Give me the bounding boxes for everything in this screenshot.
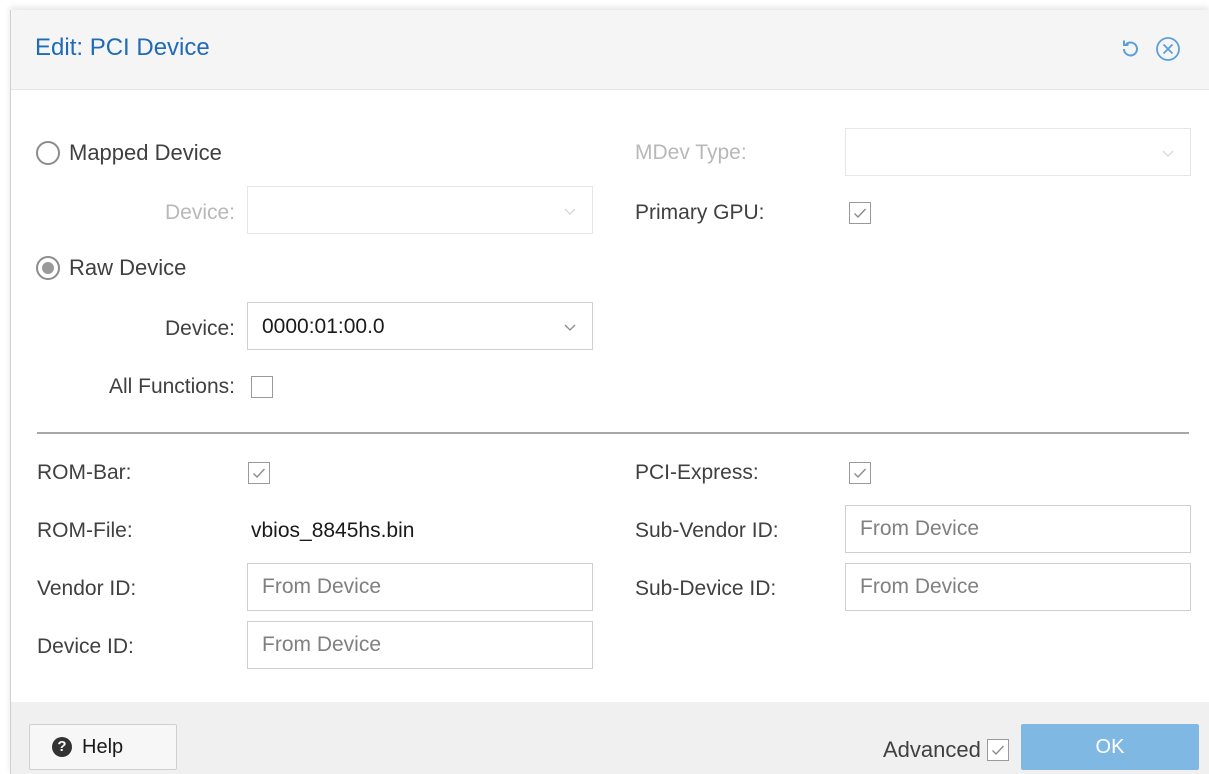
- ok-button[interactable]: OK: [1021, 724, 1199, 770]
- pci-device-dialog: Edit: PCI Device Mapped Device Device: R…: [10, 10, 1209, 774]
- dialog-footer: ? Help Advanced OK: [11, 702, 1209, 774]
- sub-vendor-id-input[interactable]: [845, 505, 1191, 553]
- raw-device-value: 0000:01:00.0: [262, 315, 385, 338]
- raw-device-label: Device:: [164, 317, 235, 340]
- section-divider: [37, 432, 1189, 434]
- rom-file-label: ROM-File:: [37, 519, 133, 542]
- rom-file-value: vbios_8845hs.bin: [251, 519, 415, 542]
- mdev-type-combo: [845, 128, 1191, 176]
- primary-gpu-label: Primary GPU:: [635, 201, 765, 224]
- advanced-label[interactable]: Advanced: [883, 738, 981, 762]
- chevron-down-icon[interactable]: [562, 319, 578, 335]
- checkmark-icon: [253, 468, 266, 479]
- dialog-header: Edit: PCI Device: [11, 10, 1209, 90]
- raw-device-radio-label[interactable]: Raw Device: [69, 256, 186, 280]
- pci-express-label: PCI-Express:: [635, 461, 759, 484]
- rom-bar-label: ROM-Bar:: [37, 461, 132, 484]
- device-id-label: Device ID:: [37, 635, 134, 658]
- chevron-down-icon: [564, 208, 576, 215]
- primary-gpu-checkbox[interactable]: [849, 202, 871, 224]
- advanced-checkbox[interactable]: [987, 739, 1009, 761]
- checkmark-icon: [854, 468, 867, 479]
- help-button-label: Help: [82, 735, 124, 758]
- checkmark-icon: [992, 745, 1005, 756]
- checkmark-icon: [854, 208, 867, 219]
- mapped-device-combo: [247, 186, 593, 234]
- sub-device-id-label: Sub-Device ID:: [635, 577, 777, 600]
- vendor-id-input[interactable]: [247, 563, 593, 611]
- device-id-input[interactable]: [247, 621, 593, 669]
- chevron-down-icon: [1162, 150, 1174, 157]
- sub-device-id-input[interactable]: [845, 563, 1191, 611]
- close-icon[interactable]: [1155, 36, 1181, 62]
- all-functions-label: All Functions:: [108, 375, 235, 398]
- raw-device-radio[interactable]: [36, 256, 60, 280]
- raw-device-combo[interactable]: 0000:01:00.0: [247, 302, 593, 350]
- all-functions-checkbox[interactable]: [251, 376, 273, 398]
- mapped-device-radio[interactable]: [36, 141, 60, 165]
- rom-bar-checkbox[interactable]: [248, 462, 270, 484]
- vendor-id-label: Vendor ID:: [37, 577, 137, 600]
- mapped-device-label: Device:: [164, 201, 235, 224]
- mapped-device-radio-label[interactable]: Mapped Device: [69, 141, 222, 165]
- pci-express-checkbox[interactable]: [849, 462, 871, 484]
- help-icon: ?: [52, 737, 72, 757]
- sub-vendor-id-label: Sub-Vendor ID:: [635, 519, 779, 542]
- help-button[interactable]: ? Help: [29, 724, 177, 770]
- mdev-type-label: MDev Type:: [635, 141, 747, 164]
- reset-icon[interactable]: [1117, 36, 1143, 62]
- dialog-title: Edit: PCI Device: [35, 34, 210, 61]
